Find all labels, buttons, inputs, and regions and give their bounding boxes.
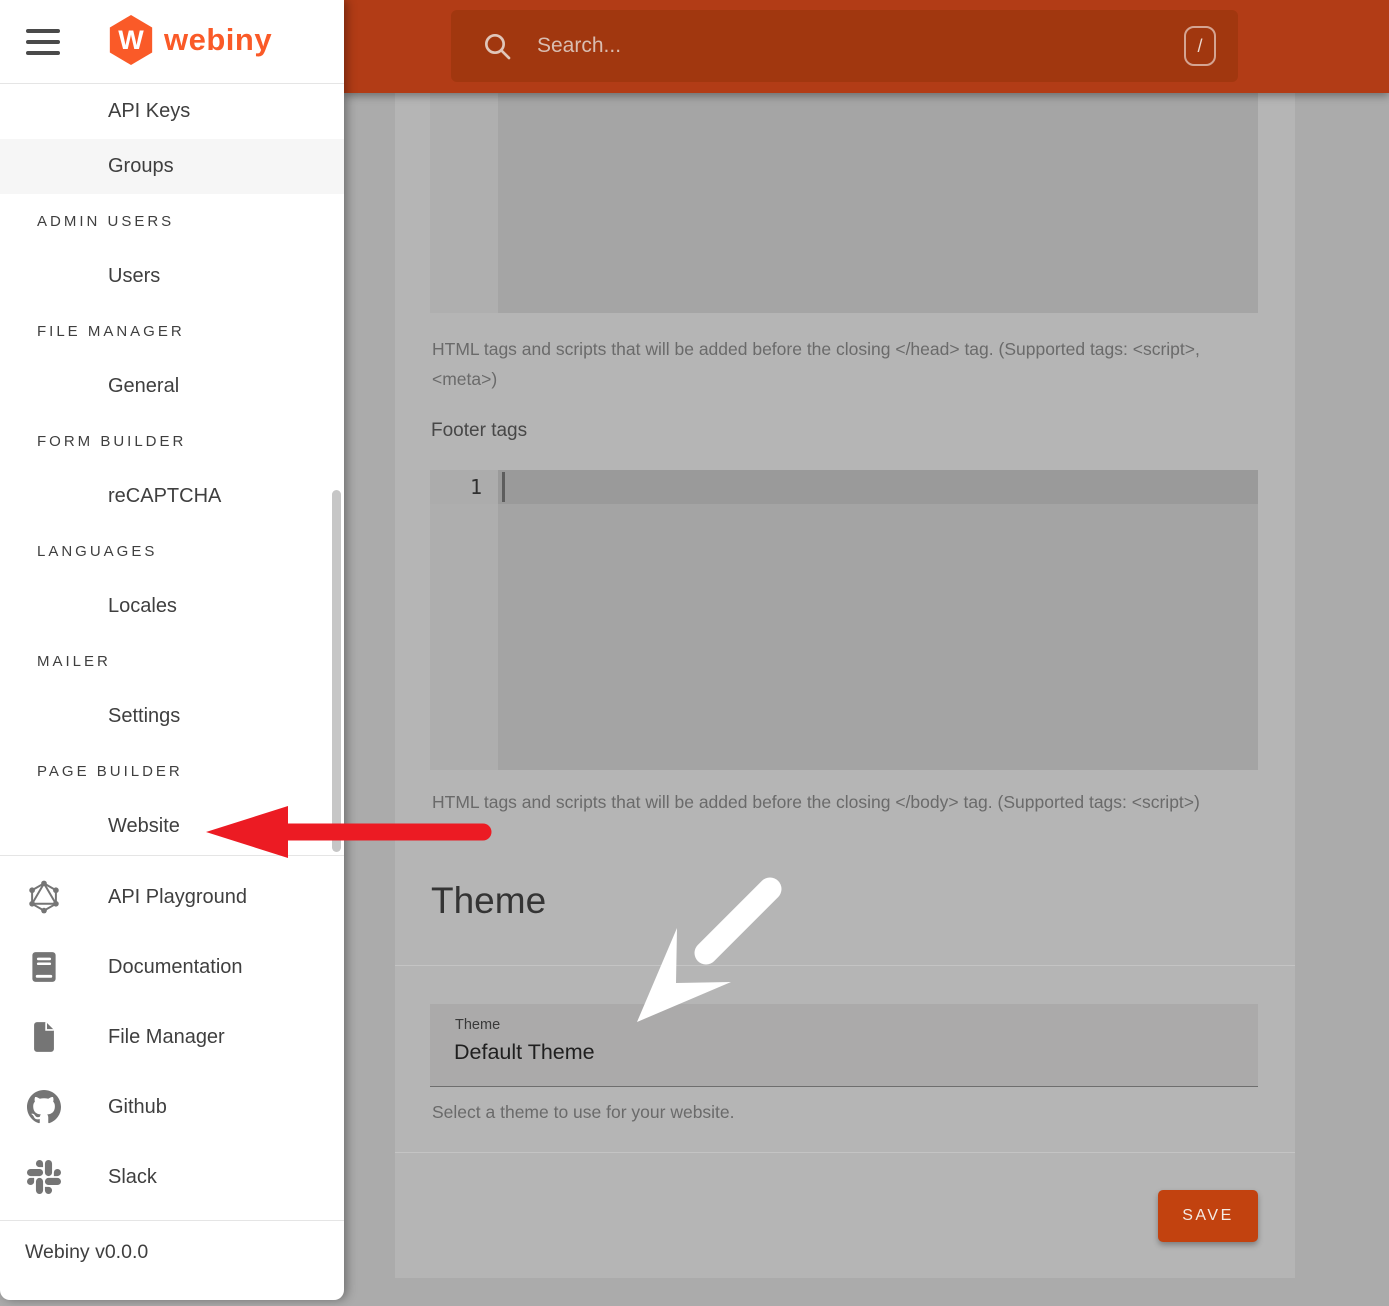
sidebar-scrollbar-thumb[interactable] — [332, 490, 341, 852]
sidebar-item-general[interactable]: General — [0, 359, 344, 414]
sidebar-footer-item-file-manager[interactable]: File Manager — [0, 1002, 344, 1072]
search-icon — [481, 30, 513, 62]
graphql-icon — [24, 880, 64, 914]
sidebar-item-locales[interactable]: Locales — [0, 579, 344, 634]
drawer-header: W webiny — [0, 0, 344, 84]
sidebar-section-admin-users: ADMIN USERS — [0, 194, 344, 249]
book-icon — [24, 950, 64, 984]
theme-field-label: Theme — [455, 1017, 500, 1033]
sidebar-section-form-builder: FORM BUILDER — [0, 414, 344, 469]
sidebar-section-page-builder: PAGE BUILDER — [0, 744, 344, 799]
actions-divider — [395, 1152, 1295, 1153]
file-icon — [24, 1020, 64, 1054]
editor-gutter — [430, 470, 498, 770]
top-app-bar: / — [344, 0, 1389, 93]
webiny-logo[interactable]: W webiny — [108, 15, 272, 65]
sidebar-footer-item-github[interactable]: Github — [0, 1072, 344, 1142]
navigation-drawer: W webiny API Keys Groups ADMIN USERS Use… — [0, 0, 344, 1300]
sidebar-footer-item-slack[interactable]: Slack — [0, 1142, 344, 1212]
version-box: Webiny v0.0.0 — [0, 1220, 344, 1264]
section-divider — [395, 965, 1295, 966]
main-content: / HTML tags and scripts that will be add… — [344, 0, 1389, 1306]
search-shortcut-badge: / — [1184, 26, 1216, 66]
global-search-bar[interactable]: / — [451, 10, 1238, 82]
drawer-menu: API Keys Groups ADMIN USERS Users FILE M… — [0, 84, 344, 854]
editor-text-caret — [502, 472, 505, 502]
github-icon — [24, 1090, 64, 1124]
slack-icon — [24, 1160, 64, 1194]
settings-form-card: HTML tags and scripts that will be added… — [395, 93, 1295, 1278]
sidebar-section-mailer: MAILER — [0, 634, 344, 689]
sidebar-item-settings[interactable]: Settings — [0, 689, 344, 744]
editor-content — [498, 470, 1258, 770]
sidebar-footer-item-api-playground[interactable]: API Playground — [0, 862, 344, 932]
save-button[interactable]: SAVE — [1158, 1190, 1258, 1242]
theme-help-text: Select a theme to use for your website. — [432, 1097, 1242, 1127]
theme-field-value: Default Theme — [454, 1040, 595, 1065]
editor-line-number: 1 — [430, 470, 498, 504]
footer-tags-code-editor[interactable]: 1 — [430, 470, 1258, 770]
sidebar-item-api-keys[interactable]: API Keys — [0, 84, 344, 139]
sidebar-item-recaptcha[interactable]: reCAPTCHA — [0, 469, 344, 524]
drawer-divider — [0, 855, 344, 856]
footer-tags-help-text: HTML tags and scripts that will be added… — [432, 787, 1242, 817]
header-tags-help-text: HTML tags and scripts that will be added… — [432, 334, 1242, 394]
sidebar-section-file-manager: FILE MANAGER — [0, 304, 344, 359]
app-version-label: Webiny v0.0.0 — [25, 1241, 344, 1264]
editor-active-line — [498, 470, 1258, 504]
sidebar-item-website[interactable]: Website — [0, 799, 344, 854]
webiny-logo-hexagon-icon: W — [108, 15, 154, 65]
search-input[interactable] — [535, 33, 1184, 59]
sidebar-footer-item-documentation[interactable]: Documentation — [0, 932, 344, 1002]
sidebar-item-users[interactable]: Users — [0, 249, 344, 304]
editor-gutter — [430, 93, 498, 313]
menu-hamburger-icon[interactable] — [26, 29, 60, 55]
drawer-footer-menu: API Playground Documentation File Manage… — [0, 862, 344, 1212]
theme-select-field[interactable]: Theme Default Theme — [430, 1004, 1258, 1087]
webiny-logo-wordmark: webiny — [164, 22, 272, 58]
editor-content — [498, 93, 1258, 313]
footer-tags-label: Footer tags — [431, 420, 527, 442]
theme-section-title: Theme — [431, 880, 546, 922]
sidebar-item-groups[interactable]: Groups — [0, 139, 344, 194]
header-tags-code-editor[interactable] — [430, 93, 1258, 313]
sidebar-section-languages: LANGUAGES — [0, 524, 344, 579]
webiny-admin-screen: / HTML tags and scripts that will be add… — [0, 0, 1389, 1306]
